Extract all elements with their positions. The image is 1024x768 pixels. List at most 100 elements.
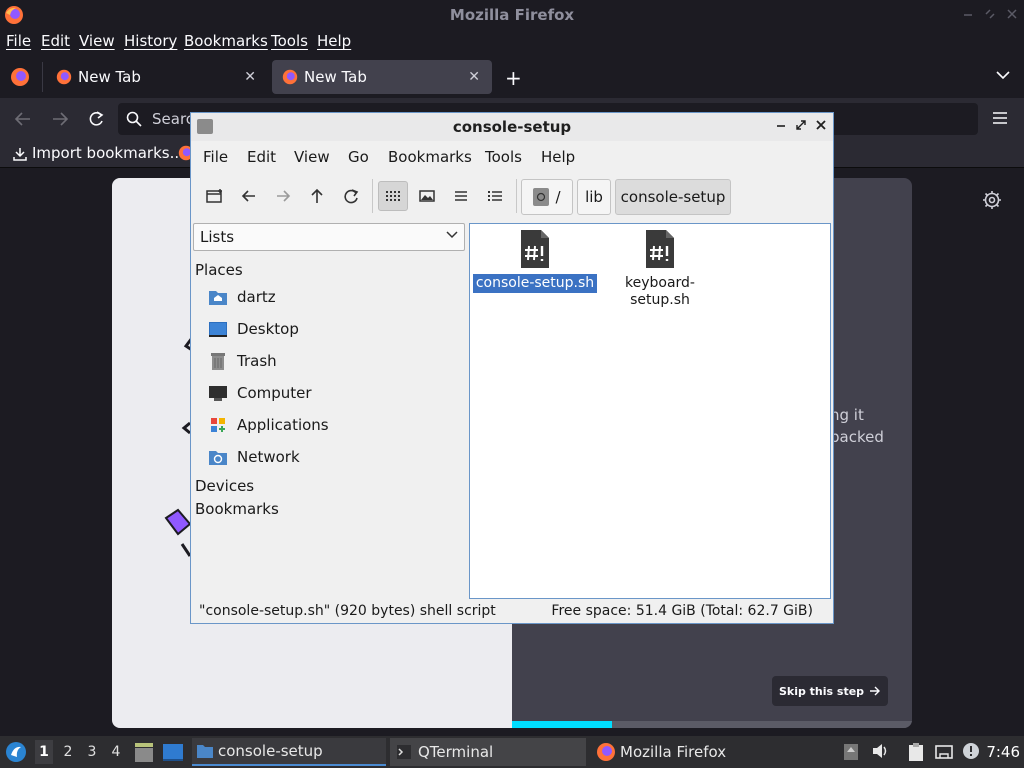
workspace-3[interactable]: 3 xyxy=(83,744,101,760)
list-tabs-chevron-icon[interactable] xyxy=(996,70,1010,80)
place-desktop[interactable]: Desktop xyxy=(207,315,463,343)
file-manager-launcher-icon[interactable] xyxy=(134,741,154,763)
place-dartz[interactable]: dartz xyxy=(207,283,463,311)
workspace-1[interactable]: 1 xyxy=(35,740,53,764)
menu-bookmarks[interactable]: Bookmarks xyxy=(184,32,268,50)
close-icon[interactable] xyxy=(815,119,827,131)
menu-edit[interactable]: Edit xyxy=(41,32,70,50)
tab-new-tab-2[interactable]: New Tab ✕ xyxy=(272,60,492,94)
drive-icon xyxy=(533,188,550,206)
minimize-icon[interactable] xyxy=(775,119,787,131)
task-firefox[interactable]: Mozilla Firefox xyxy=(594,738,784,766)
maximize-icon[interactable] xyxy=(984,8,996,20)
forward-button[interactable] xyxy=(268,181,298,211)
up-button[interactable] xyxy=(302,181,332,211)
compact-view-button[interactable] xyxy=(446,181,476,211)
place-trash[interactable]: Trash xyxy=(207,347,463,375)
tab-close-icon[interactable]: ✕ xyxy=(244,69,256,85)
show-desktop-icon[interactable] xyxy=(162,742,184,762)
shell-script-icon xyxy=(519,228,551,270)
sidebar-mode-select[interactable]: Lists xyxy=(193,223,465,251)
fm-menu-edit[interactable]: Edit xyxy=(247,148,276,166)
status-bar: "console-setup.sh" (920 bytes) shell scr… xyxy=(191,601,833,623)
file-item-console-setup[interactable]: console-setup.sh xyxy=(470,228,600,293)
workspace-2[interactable]: 2 xyxy=(59,744,77,760)
fm-menu-help[interactable]: Help xyxy=(541,148,575,166)
search-icon xyxy=(126,111,142,127)
minimize-icon[interactable] xyxy=(962,8,974,20)
thumbnail-view-button[interactable] xyxy=(412,181,442,211)
place-applications[interactable]: Applications xyxy=(207,411,463,439)
detail-list-icon xyxy=(487,189,503,203)
places-header[interactable]: Places xyxy=(195,261,243,279)
menu-view[interactable]: View xyxy=(79,32,115,50)
icon-view-button[interactable] xyxy=(378,181,408,211)
maximize-icon[interactable] xyxy=(795,119,807,131)
breadcrumb-root-label: / xyxy=(555,188,561,206)
tab-new-tab-1[interactable]: New Tab ✕ xyxy=(46,60,268,94)
devices-header[interactable]: Devices xyxy=(195,477,254,495)
task-label: console-setup xyxy=(218,742,323,760)
detailed-list-view-button[interactable] xyxy=(480,181,510,211)
firefox-menubar: File Edit View History Bookmarks Tools H… xyxy=(0,30,1024,54)
breadcrumb-root[interactable]: / xyxy=(521,179,573,215)
file-manager-sidebar: Lists Places dartz Desktop Trash Compute… xyxy=(191,221,467,601)
import-bookmarks-link[interactable]: Import bookmarks... xyxy=(32,144,184,162)
clipboard-icon[interactable] xyxy=(906,742,926,762)
task-qterminal[interactable]: QTerminal xyxy=(390,738,586,766)
bookmarks-header[interactable]: Bookmarks xyxy=(195,500,279,518)
settings-gear-icon[interactable] xyxy=(982,190,1002,210)
breadcrumb-lib[interactable]: lib xyxy=(577,179,611,215)
fm-menu-file[interactable]: File xyxy=(203,148,228,166)
workspace-4[interactable]: 4 xyxy=(107,744,125,760)
new-tab-button[interactable] xyxy=(200,181,230,211)
breadcrumb-console-setup[interactable]: console-setup xyxy=(615,179,731,215)
applications-icon xyxy=(207,414,229,436)
tab-close-icon[interactable]: ✕ xyxy=(468,69,480,85)
file-item-keyboard-setup[interactable]: keyboard- setup.sh xyxy=(595,228,725,310)
computer-icon xyxy=(207,382,229,404)
place-label: dartz xyxy=(237,288,276,306)
terminal-icon xyxy=(396,744,412,760)
menu-file[interactable]: File xyxy=(6,32,31,50)
file-manager-window: console-setup File Edit View Go Bookmark… xyxy=(190,112,834,624)
back-arrow-icon[interactable] xyxy=(14,110,32,128)
place-network[interactable]: Network xyxy=(207,443,463,471)
file-manager-titlebar[interactable]: console-setup xyxy=(191,113,833,141)
menu-help[interactable]: Help xyxy=(317,32,351,50)
place-computer[interactable]: Computer xyxy=(207,379,463,407)
arrow-right-icon xyxy=(869,686,881,696)
firefox-titlebar: Mozilla Firefox xyxy=(0,0,1024,30)
app-menu-icon[interactable] xyxy=(5,741,27,763)
firefox-view-icon[interactable] xyxy=(10,67,30,87)
import-icon xyxy=(12,147,28,161)
fm-menu-view[interactable]: View xyxy=(294,148,330,166)
close-icon[interactable] xyxy=(1006,8,1018,20)
tab-label: New Tab xyxy=(304,68,367,86)
task-console-setup[interactable]: console-setup xyxy=(192,738,386,766)
up-arrow-icon xyxy=(310,188,324,204)
menu-tools[interactable]: Tools xyxy=(271,32,308,50)
file-view[interactable]: console-setup.sh keyboard- setup.sh xyxy=(469,223,831,599)
network-wired-icon[interactable] xyxy=(934,742,954,762)
breadcrumb-lib-label: lib xyxy=(585,188,603,206)
notification-info-icon[interactable] xyxy=(962,742,980,760)
fm-menu-bookmarks[interactable]: Bookmarks xyxy=(388,148,472,166)
skip-step-button[interactable]: Skip this step xyxy=(772,676,888,706)
menu-history[interactable]: History xyxy=(124,32,177,50)
new-tab-plus-icon[interactable]: + xyxy=(505,66,522,90)
reload-icon[interactable] xyxy=(87,110,105,128)
fm-menu-go[interactable]: Go xyxy=(348,148,369,166)
hamburger-menu-icon[interactable] xyxy=(992,111,1008,125)
back-button[interactable] xyxy=(234,181,264,211)
volume-icon[interactable] xyxy=(871,742,889,760)
updates-icon[interactable] xyxy=(843,742,859,762)
status-selection-info: "console-setup.sh" (920 bytes) shell scr… xyxy=(199,603,496,619)
firefox-tab-icon xyxy=(56,69,72,85)
forward-arrow-icon[interactable] xyxy=(51,110,69,128)
reload-button[interactable] xyxy=(336,181,366,211)
list-lines-icon xyxy=(453,189,469,203)
firefox-icon xyxy=(596,742,616,762)
fm-menu-tools[interactable]: Tools xyxy=(485,148,522,166)
new-tab-icon xyxy=(206,188,224,204)
